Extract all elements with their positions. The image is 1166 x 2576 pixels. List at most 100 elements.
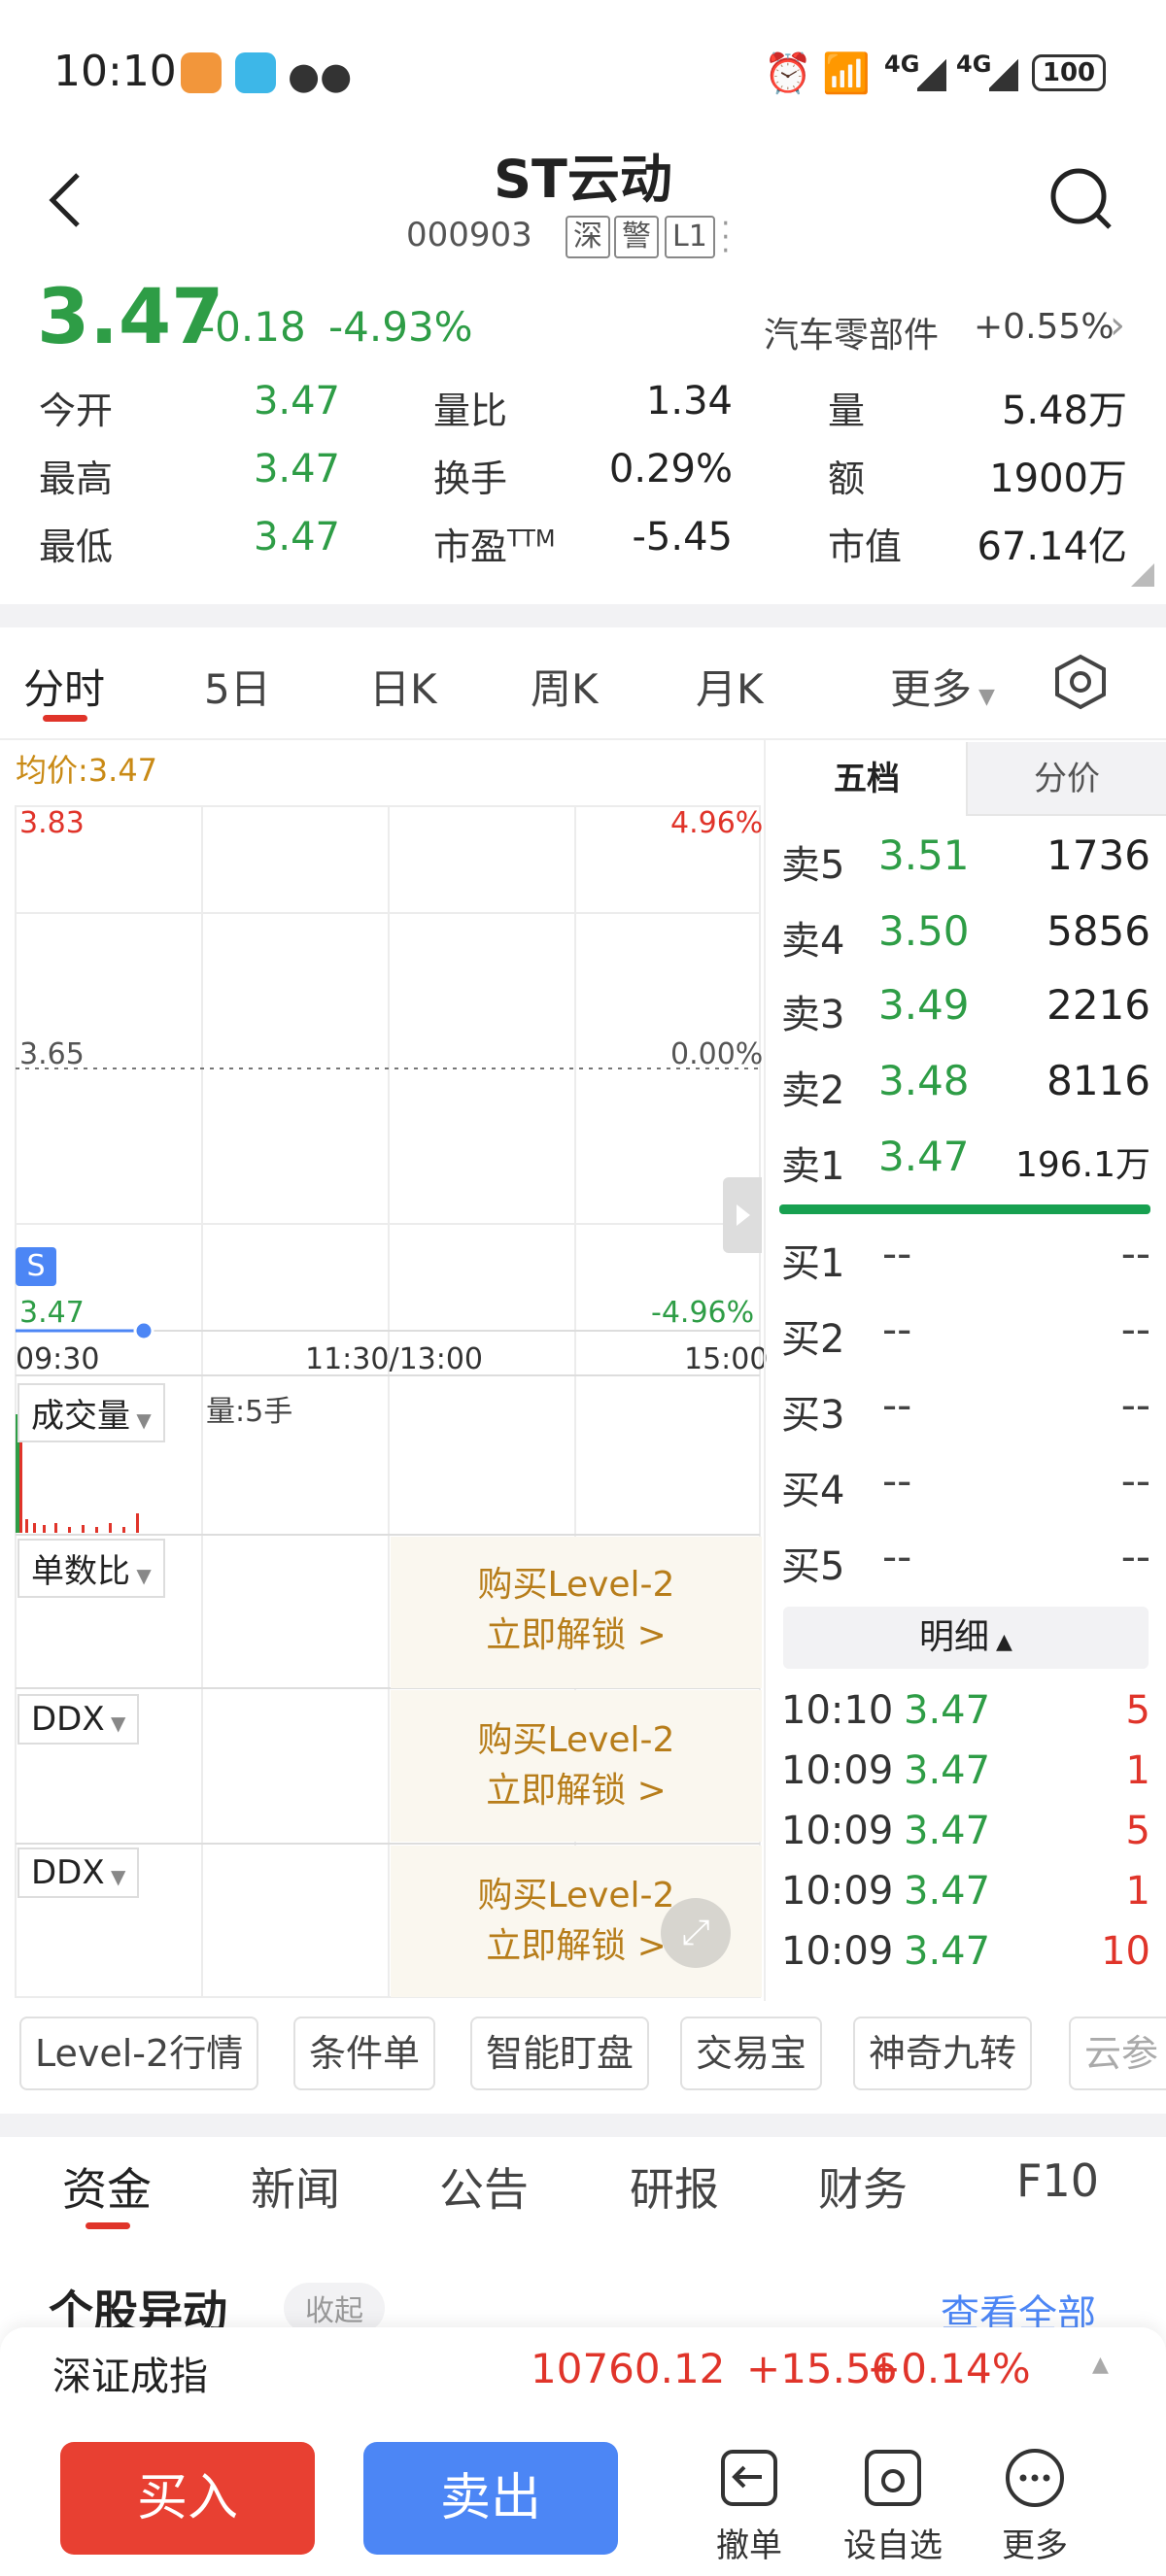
- volume-indicator-select[interactable]: 成交量 ▼: [17, 1383, 165, 1442]
- buy-level-volume: --: [1120, 1457, 1150, 1505]
- signal-icon: [917, 56, 946, 91]
- chip-cloud[interactable]: 云参: [1069, 2017, 1166, 2090]
- caret-down-icon: ▼: [972, 685, 995, 709]
- detail-time: 10:09: [781, 1748, 894, 1793]
- chip-smart-watch[interactable]: 智能盯盘: [470, 2017, 650, 2090]
- play-right-icon: [737, 1204, 750, 1226]
- tab-more-label: 更多: [890, 665, 973, 713]
- value-open: 3.47: [253, 379, 340, 424]
- signal-icon-2: [989, 56, 1018, 91]
- tab-research[interactable]: 研报: [630, 2154, 719, 2219]
- tab-announcements[interactable]: 公告: [439, 2154, 529, 2219]
- caret-up-icon[interactable]: ▲: [1092, 2353, 1109, 2377]
- tab-more[interactable]: 更多 ▼: [890, 657, 995, 716]
- index-value: 10760.12: [531, 2345, 726, 2392]
- caret-down-icon: ▼: [104, 1865, 126, 1888]
- buy-level-volume: --: [1120, 1305, 1150, 1353]
- tag-shen: 深: [566, 216, 610, 258]
- buy-button[interactable]: 买入: [60, 2442, 315, 2555]
- tab-finance[interactable]: 财务: [818, 2154, 908, 2219]
- chip-condition-order[interactable]: 条件单: [293, 2017, 436, 2090]
- label-pe-sup: TTM: [507, 525, 556, 553]
- add-watchlist-button[interactable]: 设自选: [840, 2446, 946, 2566]
- undo-icon: [721, 2450, 777, 2506]
- tab-weekly-k[interactable]: 周K: [531, 657, 599, 716]
- label-pe: 市盈TTM: [433, 517, 556, 570]
- detail-volume: 5: [1125, 1809, 1150, 1853]
- sell-level-price: 3.50: [878, 907, 970, 955]
- tab-news[interactable]: 新闻: [251, 2154, 340, 2219]
- tab-f10[interactable]: F10: [1016, 2154, 1099, 2207]
- tab-five-levels[interactable]: 五档: [768, 742, 966, 816]
- buy-level-price: --: [882, 1381, 912, 1429]
- cancel-order-button[interactable]: 撤单: [696, 2446, 803, 2566]
- sell-level-price: 3.48: [878, 1057, 970, 1104]
- value-amount: 1900万: [989, 457, 1127, 501]
- expand-corner-icon[interactable]: [1131, 563, 1154, 587]
- indicator-ddx-select-2[interactable]: DDX ▼: [17, 1847, 140, 1898]
- label-volume-ratio: 量比: [433, 390, 508, 432]
- tab-5day[interactable]: 5日: [204, 657, 271, 716]
- more-actions-button[interactable]: 更多: [981, 2446, 1088, 2566]
- level2-unlock-2[interactable]: 购买Level-2 立即解锁 >: [391, 1690, 762, 1842]
- status-bar: 10:10 ●● ⏰ 📶 4G 4G 100: [0, 0, 1166, 146]
- x-axis-end: 15:00: [684, 1342, 769, 1376]
- label-pe-text: 市盈: [433, 525, 508, 568]
- tab-intraday[interactable]: 分时: [23, 657, 105, 716]
- buy-level-volume: --: [1120, 1381, 1150, 1429]
- divider: [0, 738, 1166, 740]
- battery-icon: 100: [1032, 54, 1106, 91]
- buy-level-price: --: [882, 1305, 912, 1353]
- more-dots-icon[interactable]: · · ·: [721, 210, 731, 266]
- buy-level-price: --: [882, 1457, 912, 1505]
- buy-level-price: --: [882, 1230, 912, 1277]
- network-4g-1: 4G: [884, 51, 920, 78]
- sell-level-label: 卖2: [781, 1068, 845, 1113]
- panel-divider: [764, 740, 766, 2001]
- tab-monthly-k[interactable]: 月K: [696, 657, 764, 716]
- settings-hex-icon: [1055, 654, 1106, 710]
- detail-label: 明细: [919, 1617, 990, 1657]
- expand-panel-button[interactable]: [723, 1177, 762, 1253]
- label-amount: 额: [828, 458, 866, 500]
- indicator-ratio-select[interactable]: 单数比 ▼: [17, 1539, 165, 1598]
- detail-volume: 10: [1101, 1929, 1150, 1974]
- tab-funds[interactable]: 资金: [62, 2154, 152, 2219]
- sector-link[interactable]: 汽车零部件 +0.55% ›: [764, 303, 1143, 357]
- collapse-button[interactable]: 收起: [284, 2283, 385, 2333]
- sell-button[interactable]: 卖出: [363, 2442, 618, 2555]
- app-shield-icon: [181, 52, 222, 93]
- fullscreen-icon[interactable]: ⤢: [661, 1898, 731, 1968]
- indicator-ratio-label: 单数比: [31, 1552, 130, 1591]
- sell-level-price: 3.51: [878, 831, 970, 879]
- label-high: 最高: [39, 458, 114, 500]
- y-axis-bottom-pct: -4.96%: [651, 1296, 755, 1330]
- avg-price-text: 均价:3.47: [16, 752, 158, 789]
- caret-down-icon: ▼: [104, 1712, 126, 1735]
- price-change: -0.18: [200, 303, 306, 351]
- level2-line1: 购买Level-2: [477, 1720, 675, 1760]
- level2-unlock-1[interactable]: 购买Level-2 立即解锁 >: [391, 1537, 762, 1688]
- s-marker-badge[interactable]: S: [16, 1247, 56, 1286]
- sell-level-label: 卖1: [781, 1144, 845, 1189]
- bid-ask-bar: [779, 1204, 1150, 1214]
- chart-settings-button[interactable]: [1051, 653, 1110, 711]
- y-axis-bottom: 3.47: [19, 1296, 85, 1330]
- detail-toggle[interactable]: 明细 ▲: [783, 1607, 1149, 1669]
- indicator-ddx-select-1[interactable]: DDX ▼: [17, 1694, 140, 1745]
- search-button[interactable]: [1047, 163, 1115, 237]
- buy-level-price: --: [882, 1533, 912, 1580]
- chip-level2[interactable]: Level-2行情: [19, 2017, 259, 2090]
- chip-trade-bao[interactable]: 交易宝: [680, 2017, 823, 2090]
- price-change-pct: -4.93%: [328, 303, 473, 351]
- x-axis-start: 09:30: [16, 1342, 100, 1376]
- indicator-ddx-label-1: DDX: [31, 1700, 105, 1739]
- detail-volume: 5: [1125, 1688, 1150, 1733]
- tab-price-dist[interactable]: 分价: [966, 742, 1166, 816]
- volume-value: 量:5手: [206, 1395, 293, 1429]
- detail-time: 10:09: [781, 1929, 894, 1974]
- label-volume: 量: [828, 390, 866, 432]
- tab-daily-k[interactable]: 日K: [369, 657, 437, 716]
- y-axis-mid-pct: 0.00%: [670, 1037, 764, 1071]
- chip-magic-nine[interactable]: 神奇九转: [853, 2017, 1033, 2090]
